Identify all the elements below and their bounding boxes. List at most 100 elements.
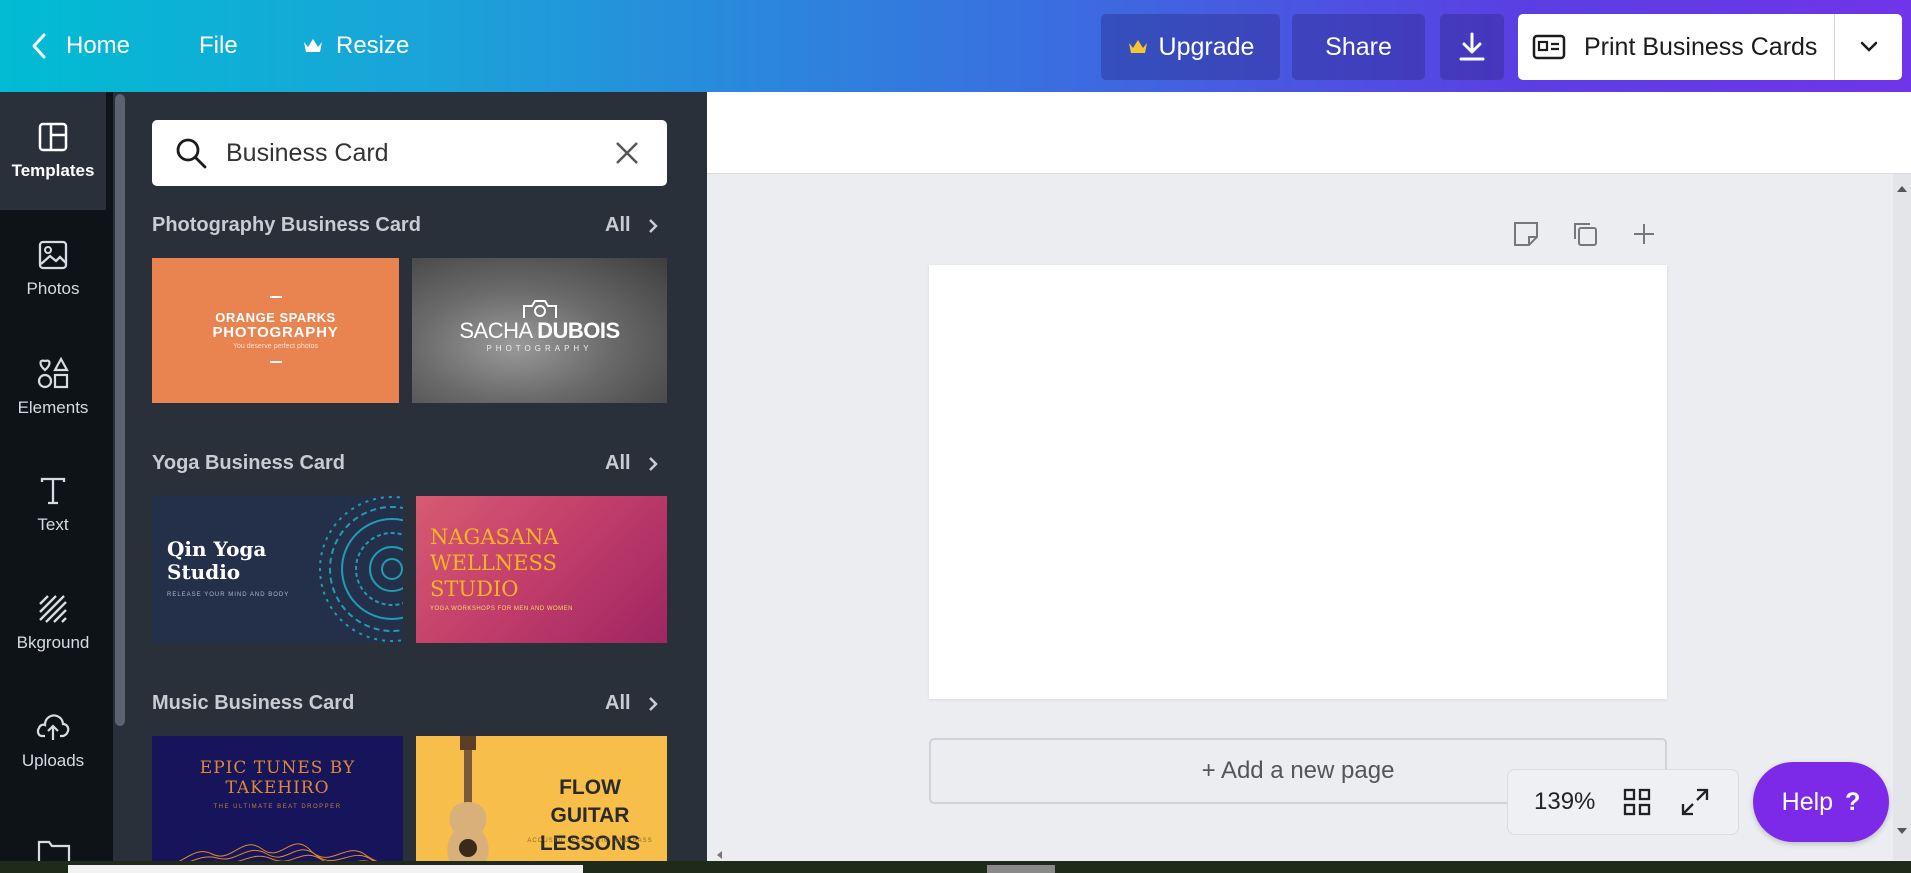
resize-button[interactable]: Resize [302,0,409,92]
card-text: Qin Yoga [167,537,267,561]
see-all-yoga[interactable]: All [605,452,663,475]
scroll-left-icon[interactable] [714,849,726,861]
search-box [152,120,667,186]
question-icon: ? [1845,787,1861,816]
add-note-icon[interactable] [1511,219,1541,254]
upload-icon [36,714,70,740]
help-label: Help [1781,787,1834,816]
vertical-scrollbar[interactable] [1893,174,1911,860]
help-button[interactable]: Help ? [1753,762,1889,842]
resize-label: Resize [336,32,410,59]
card-text: PHOTOGRAPHY [212,324,339,341]
template-card-nagasana[interactable]: NAGASANA WELLNESS STUDIO YOGA WORKSHOPS … [416,496,667,643]
template-card-qin-yoga[interactable]: Qin Yoga Studio RELEASE YOUR MIND AND BO… [152,496,403,643]
home-label: Home [66,32,131,59]
sidebar-item-text[interactable]: Text [0,446,106,564]
taskbar-segment [68,865,583,873]
print-business-cards-main[interactable]: Print Business Cards [1518,14,1834,80]
scroll-down-icon[interactable] [1893,824,1911,838]
card-title: FLOW GUITAR LESSONS [520,774,660,858]
fullscreen-icon[interactable] [1680,787,1710,817]
file-menu-button[interactable]: File [199,0,238,92]
guitar-icon [447,736,489,873]
chevron-right-icon [648,456,658,471]
photos-icon [38,240,68,270]
search-icon [176,138,207,169]
card-text: PHOTOGRAPHY [486,344,593,353]
elements-icon [37,356,69,389]
file-label: File [199,32,238,59]
scrollbar-thumb[interactable] [115,94,125,726]
sidebar-item-background[interactable]: Bkground [0,564,106,682]
sidebar-item-label: Uploads [21,751,85,770]
grid-view-icon[interactable] [1622,787,1652,817]
zoom-level[interactable]: 139% [1534,788,1612,816]
left-sidebar: Templates Photos Elements Text Bkground [0,92,113,873]
see-all-music[interactable]: All [605,692,663,715]
card-text: TAKEHIRO [225,778,330,798]
section-title-photography: Photography Business Card [152,214,421,236]
upgrade-label: Upgrade [1158,32,1255,61]
card-text: STUDIO [430,577,519,601]
crown-icon [304,39,322,52]
card-text: ACOUSTIC. ELECTRIC. AND BASS [527,838,653,844]
print-label: Print Business Cards [1584,32,1818,61]
divider [270,296,282,298]
share-button[interactable]: Share [1292,14,1425,80]
crown-icon [1128,40,1147,53]
card-title: Qin Yoga Studio [167,538,266,584]
camera-icon [523,300,557,318]
card-text: RELEASE YOUR MIND AND BODY [167,592,290,598]
template-card-epic-tunes[interactable]: EPIC TUNES BY TAKEHIRO THE ULTIMATE BEAT… [152,736,403,873]
home-button[interactable]: Home [28,0,130,92]
sidebar-item-label: Templates [11,161,95,180]
card-text: WELLNESS [430,551,557,575]
see-all-label: All [605,214,631,236]
section-title-music: Music Business Card [152,692,355,714]
card-text: You deserve perfect photos [233,343,318,350]
templates-panel: Photography Business Card All ORANGE SPA… [127,92,707,873]
share-label: Share [1325,32,1392,61]
print-business-cards-button: Print Business Cards [1518,14,1902,80]
sidebar-item-label: Bkground [16,633,90,652]
taskbar-segment [987,865,1055,873]
horizontal-scrollbar[interactable] [707,849,1893,861]
card-title: EPIC TUNES BY TAKEHIRO [152,758,403,798]
see-all-photography[interactable]: All [605,214,663,237]
design-page[interactable] [929,265,1667,699]
sidebar-item-photos[interactable]: Photos [0,210,106,328]
add-page-label: + Add a new page [1201,757,1395,784]
print-options-dropdown[interactable] [1834,14,1902,80]
chevron-right-icon [648,696,658,711]
sidebar-item-label: Text [37,515,69,534]
scroll-up-icon[interactable] [1893,182,1911,196]
sidebar-scrollbar[interactable] [113,92,127,873]
clear-search-icon[interactable] [613,139,641,167]
section-title-yoga: Yoga Business Card [152,452,346,474]
sidebar-item-templates[interactable]: Templates [0,92,106,210]
background-icon [39,595,67,623]
canvas-header [707,92,1911,174]
template-card-sacha-dubois[interactable]: SACHA DUBOIS PHOTOGRAPHY [412,258,667,403]
template-card-orange-sparks[interactable]: ORANGE SPARKS PHOTOGRAPHY You deserve pe… [152,258,399,403]
divider [270,361,282,363]
see-all-label: All [605,452,631,474]
zoom-controls: 139% [1507,769,1739,835]
duplicate-page-icon[interactable] [1570,219,1600,254]
upgrade-button[interactable]: Upgrade [1101,14,1280,80]
card-text: THE ULTIMATE BEAT DROPPER [213,804,342,810]
search-input[interactable] [226,138,606,168]
business-card-icon [1532,34,1566,60]
download-button[interactable] [1440,14,1504,80]
add-page-icon[interactable] [1629,219,1659,254]
card-text: Studio [167,560,241,584]
sidebar-item-uploads[interactable]: Uploads [0,682,106,800]
chevron-down-icon [1860,41,1877,52]
sidebar-item-label: Photos [26,279,80,298]
template-card-flow-guitar[interactable]: FLOW GUITAR LESSONS ACOUSTIC. ELECTRIC. … [416,736,667,873]
sidebar-item-elements[interactable]: Elements [0,328,106,446]
templates-icon [38,122,68,152]
sidebar-item-label: Elements [17,398,89,417]
card-title: NAGASANA WELLNESS STUDIO [430,524,559,602]
card-text: LESSONS [539,832,641,855]
